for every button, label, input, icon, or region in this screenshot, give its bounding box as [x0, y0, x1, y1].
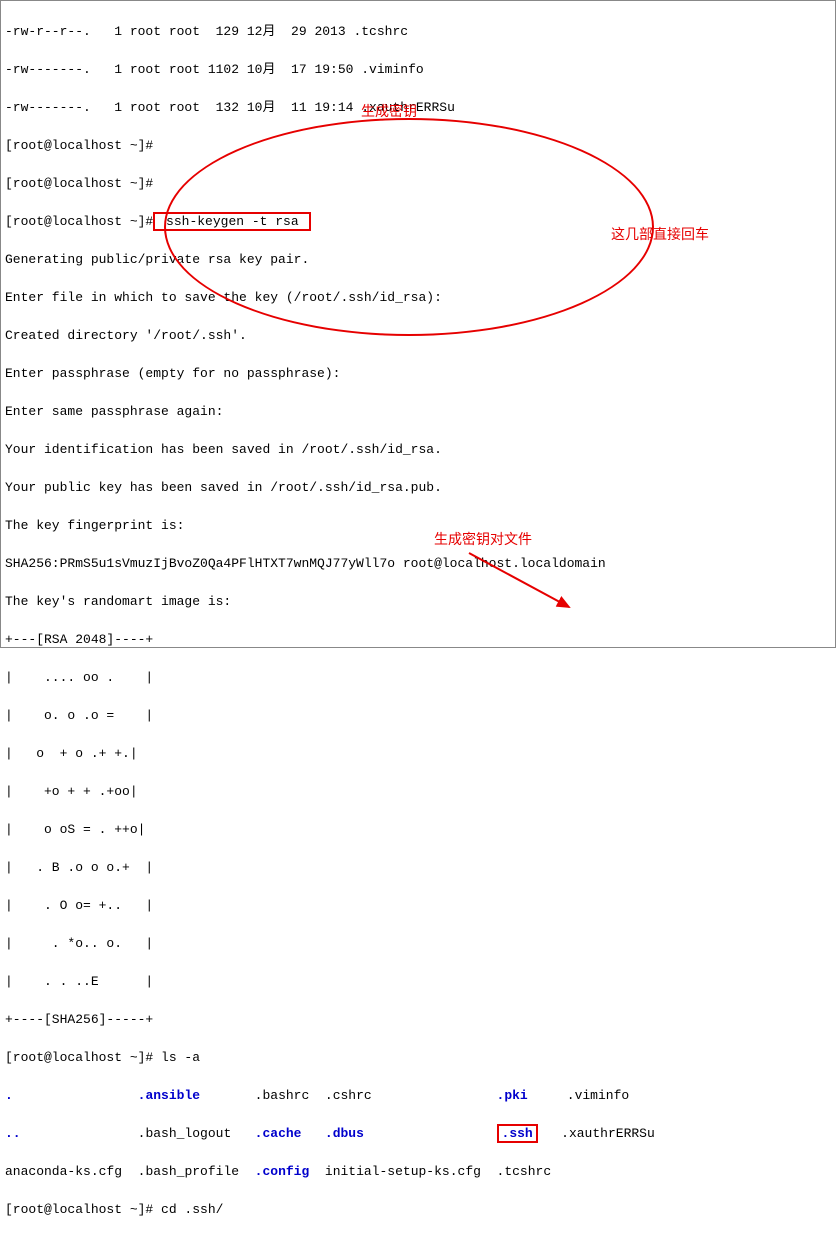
file-viminfo: .viminfo: [567, 1088, 629, 1103]
dir-parent: ..: [5, 1126, 21, 1141]
prompt-ls[interactable]: [root@localhost ~]# ls -a: [5, 1048, 831, 1067]
prompt-cd[interactable]: [root@localhost ~]# cd .ssh/: [5, 1200, 831, 1219]
randomart-line: | . B .o o o.+ |: [5, 858, 831, 877]
prompt-empty: [root@localhost ~]#: [5, 174, 831, 193]
ls-row-1: . .ansible .bashrc .cshrc .pki .viminfo: [5, 1086, 831, 1105]
file-listing-line: -rw-------. 1 root root 132 10月 11 19:14…: [5, 98, 831, 117]
output-line: Your public key has been saved in /root/…: [5, 478, 831, 497]
randomart-line: | o. o .o = |: [5, 706, 831, 725]
file-bash-profile: .bash_profile: [138, 1164, 239, 1179]
dir-current: .: [5, 1088, 13, 1103]
randomart-line: | +o + + .+oo|: [5, 782, 831, 801]
file-tcshrc: .tcshrc: [497, 1164, 552, 1179]
dir-pki: .pki: [497, 1088, 528, 1103]
output-line: Generating public/private rsa key pair.: [5, 250, 831, 269]
randomart-line: +----[SHA256]-----+: [5, 1010, 831, 1029]
output-line: Enter file in which to save the key (/ro…: [5, 288, 831, 307]
output-line: The key's randomart image is:: [5, 592, 831, 611]
file-listing-line: -rw-r--r--. 1 root root 129 12月 29 2013 …: [5, 22, 831, 41]
ls-row-3: anaconda-ks.cfg .bash_profile .config in…: [5, 1162, 831, 1181]
annotation-key-files: 生成密钥对文件: [434, 530, 532, 549]
randomart-line: +---[RSA 2048]----+: [5, 630, 831, 649]
annotation-press-enter: 这几部直接回车: [611, 225, 709, 244]
dir-dbus: .dbus: [325, 1126, 364, 1141]
output-line: Your identification has been saved in /r…: [5, 440, 831, 459]
dir-ssh-highlight: .ssh: [497, 1124, 538, 1143]
randomart-line: | o oS = . ++o|: [5, 820, 831, 839]
randomart-line: | o + o .+ +.|: [5, 744, 831, 763]
dir-config: .config: [255, 1164, 310, 1179]
dir-ansible: .ansible: [138, 1088, 200, 1103]
ssh-keygen-command-highlight: ssh-keygen -t rsa: [153, 212, 311, 231]
dir-cache: .cache: [255, 1126, 302, 1141]
output-line: The key fingerprint is:: [5, 516, 831, 535]
randomart-line: | . . ..E |: [5, 972, 831, 991]
output-line: Created directory '/root/.ssh'.: [5, 326, 831, 345]
randomart-line: | . *o.. o. |: [5, 934, 831, 953]
randomart-line: | . O o= +.. |: [5, 896, 831, 915]
randomart-line: | .... oo . |: [5, 668, 831, 687]
file-cshrc: .cshrc: [325, 1088, 372, 1103]
prompt-empty: [root@localhost ~]#: [5, 136, 831, 155]
output-line: SHA256:PRmS5u1sVmuzIjBvoZ0Qa4PFlHTXT7wnM…: [5, 554, 831, 573]
file-xauthr: .xauthrERRSu: [561, 1126, 655, 1141]
file-listing-line: -rw-------. 1 root root 1102 10月 17 19:5…: [5, 60, 831, 79]
annotation-generate-key: 生成密钥: [361, 102, 417, 121]
file-bash-logout: .bash_logout: [138, 1126, 232, 1141]
file-bashrc: .bashrc: [255, 1088, 310, 1103]
output-line: Enter passphrase (empty for no passphras…: [5, 364, 831, 383]
output-line: Enter same passphrase again:: [5, 402, 831, 421]
file-initial-setup: initial-setup-ks.cfg: [325, 1164, 481, 1179]
terminal: -rw-r--r--. 1 root root 129 12月 29 2013 …: [5, 3, 831, 1238]
file-anaconda: anaconda-ks.cfg: [5, 1164, 122, 1179]
ls-row-2: .. .bash_logout .cache .dbus .ssh .xauth…: [5, 1124, 831, 1143]
